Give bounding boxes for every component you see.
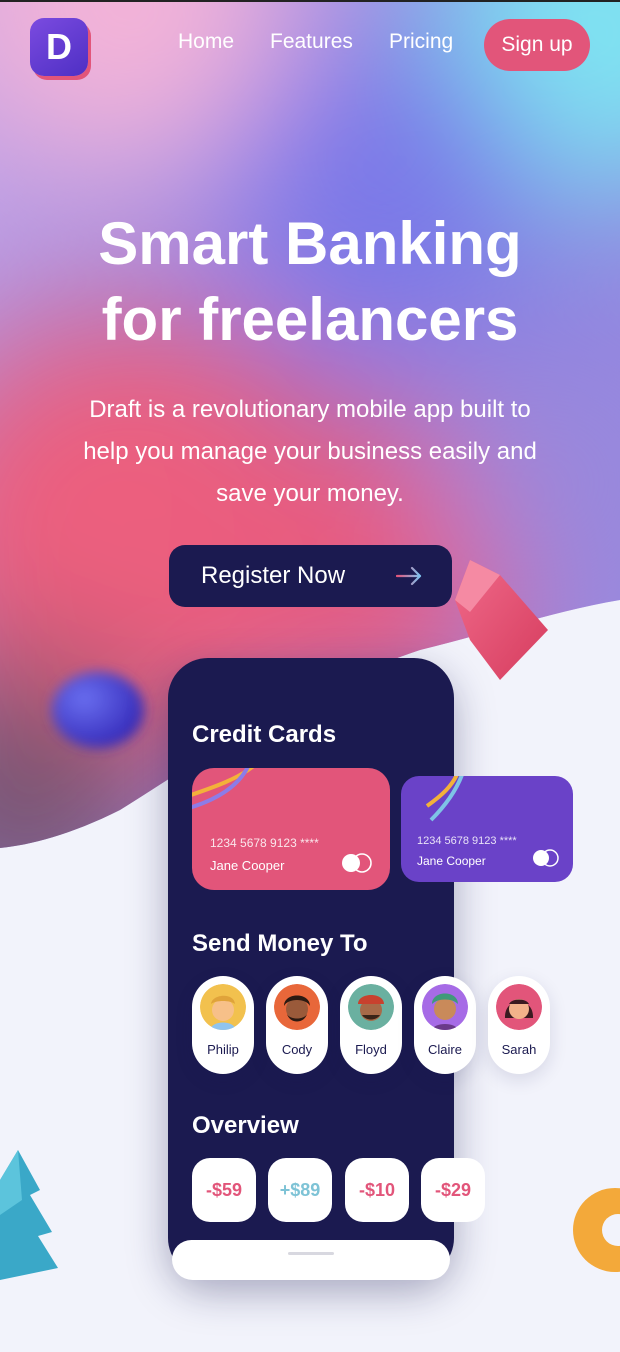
- headline-line-1: Smart Banking: [98, 210, 522, 277]
- contact-philip[interactable]: Philip: [192, 976, 254, 1074]
- avatar: [422, 984, 468, 1030]
- card-network-icon: [533, 849, 559, 867]
- card-network-icon: [342, 853, 372, 873]
- avatar: [348, 984, 394, 1030]
- contact-name: Philip: [207, 1042, 239, 1057]
- avatar: [496, 984, 542, 1030]
- decorative-ring-shape: [573, 1188, 620, 1272]
- overview-amount-1[interactable]: -$59: [192, 1158, 256, 1222]
- overview-amount-4[interactable]: -$29: [421, 1158, 485, 1222]
- signup-button[interactable]: Sign up: [484, 19, 590, 71]
- avatar: [200, 984, 246, 1030]
- register-label: Register Now: [201, 562, 346, 589]
- nav-link-pricing[interactable]: Pricing: [389, 30, 453, 54]
- brand-logo[interactable]: D: [30, 18, 88, 76]
- contact-name: Cody: [281, 1042, 313, 1057]
- nav-link-home[interactable]: Home: [178, 30, 234, 54]
- register-now-button[interactable]: Register Now: [169, 545, 452, 607]
- phone-bottom-sheet: [172, 1240, 450, 1280]
- contact-floyd[interactable]: Floyd: [340, 976, 402, 1074]
- contact-sarah[interactable]: Sarah: [488, 976, 550, 1074]
- card-holder: Jane Cooper: [210, 858, 285, 873]
- send-money-title: Send Money To: [192, 930, 368, 957]
- headline-line-2: for freelancers: [101, 286, 519, 353]
- contact-name: Sarah: [501, 1042, 537, 1057]
- contact-name: Floyd: [355, 1042, 387, 1057]
- sheet-handle: [288, 1252, 334, 1255]
- hero-headline: Smart Banking for freelancers: [0, 206, 620, 358]
- hero-subtext: Draft is a revolutionary mobile app buil…: [60, 389, 560, 515]
- overview-amount-2[interactable]: +$89: [268, 1158, 332, 1222]
- subtext-line-3: save your money.: [216, 480, 404, 507]
- arrow-right-icon: [396, 566, 422, 586]
- nav-link-features[interactable]: Features: [270, 30, 353, 54]
- subtext-line-2: help you manage your business easily and: [83, 438, 537, 465]
- card-number: 1234 5678 9123 ****: [210, 836, 319, 850]
- credit-card-purple[interactable]: 1234 5678 9123 **** Jane Cooper: [401, 776, 573, 882]
- window-top-border: [0, 0, 620, 2]
- logo-letter: D: [46, 26, 72, 67]
- decorative-tree-shape: [0, 1150, 58, 1280]
- credit-cards-title: Credit Cards: [192, 721, 337, 748]
- subtext-line-1: Draft is a revolutionary mobile app buil…: [89, 396, 531, 423]
- overview-amount-3[interactable]: -$10: [345, 1158, 409, 1222]
- credit-card-pink[interactable]: 1234 5678 9123 **** Jane Cooper: [192, 768, 390, 890]
- decorative-ball: [52, 672, 144, 748]
- overview-title: Overview: [192, 1112, 299, 1139]
- card-number: 1234 5678 9123 ****: [417, 835, 517, 847]
- contact-cody[interactable]: Cody: [266, 976, 328, 1074]
- contact-claire[interactable]: Claire: [414, 976, 476, 1074]
- card-holder: Jane Cooper: [417, 854, 486, 868]
- contact-name: Claire: [428, 1042, 462, 1057]
- avatar: [274, 984, 320, 1030]
